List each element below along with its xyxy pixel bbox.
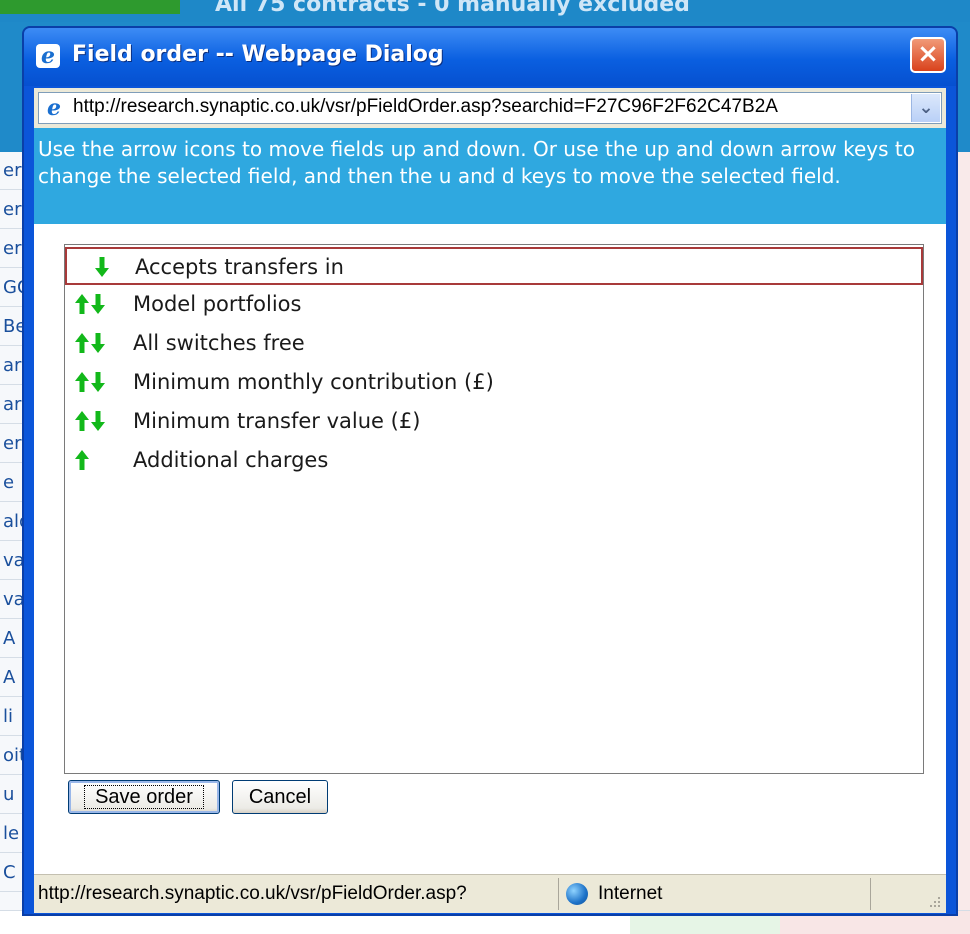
move-down-arrow-icon[interactable] <box>91 294 105 314</box>
dialog-content: Accepts transfers in Model portfolios All … <box>34 224 946 874</box>
field-arrows <box>75 450 125 472</box>
move-down-arrow-icon[interactable] <box>91 333 105 353</box>
move-down-arrow-icon[interactable] <box>91 411 105 431</box>
status-zone: Internet <box>598 883 663 904</box>
field-row[interactable]: All switches free <box>65 325 923 363</box>
ie-icon: e <box>36 44 60 68</box>
address-dropdown-chevron-down-icon[interactable]: ⌄ <box>911 94 940 122</box>
dialog-title: Field order -- Webpage Dialog <box>72 42 444 67</box>
move-up-arrow-icon[interactable] <box>75 411 89 431</box>
field-label: All switches free <box>133 331 305 355</box>
field-label: Minimum transfer value (£) <box>133 409 421 433</box>
field-label: Accepts transfers in <box>135 255 344 279</box>
globe-icon <box>566 883 588 905</box>
page-icon: e <box>47 95 61 121</box>
field-order-dialog: e Field order -- Webpage Dialog × e http… <box>22 26 958 916</box>
background-page-title: All 75 contracts - 0 manually excluded <box>215 0 690 17</box>
field-arrows <box>77 257 127 279</box>
address-bar: e http://research.synaptic.co.uk/vsr/pFi… <box>34 88 946 128</box>
background-green-tab <box>0 0 180 14</box>
field-row[interactable]: Accepts transfers in <box>65 247 923 285</box>
move-down-arrow-icon[interactable] <box>95 257 109 277</box>
field-row[interactable]: Minimum transfer value (£) <box>65 403 923 441</box>
address-url[interactable]: http://research.synaptic.co.uk/vsr/pFiel… <box>73 96 909 118</box>
instructions-text: Use the arrow icons to move fields up an… <box>38 137 916 188</box>
field-arrows <box>75 372 125 394</box>
save-order-button[interactable]: Save order <box>68 780 220 814</box>
dialog-titlebar[interactable]: e Field order -- Webpage Dialog × <box>24 28 956 86</box>
field-row[interactable]: Minimum monthly contribution (£) <box>65 364 923 402</box>
status-url: http://research.synaptic.co.uk/vsr/pFiel… <box>38 883 467 904</box>
field-label: Minimum monthly contribution (£) <box>133 370 494 394</box>
move-up-arrow-icon[interactable] <box>75 372 89 392</box>
status-separator <box>870 878 871 910</box>
field-list: Accepts transfers in Model portfolios All … <box>64 244 924 774</box>
field-label: Additional charges <box>133 448 329 472</box>
field-arrows <box>75 333 125 355</box>
move-up-arrow-icon[interactable] <box>75 450 89 470</box>
status-bar: http://research.synaptic.co.uk/vsr/pFiel… <box>34 874 946 913</box>
address-field[interactable]: e http://research.synaptic.co.uk/vsr/pFi… <box>38 92 942 124</box>
field-row[interactable]: Model portfolios <box>65 286 923 324</box>
instructions-bar: Use the arrow icons to move fields up an… <box>34 128 946 224</box>
save-order-label: Save order <box>84 785 204 809</box>
move-up-arrow-icon[interactable] <box>75 294 89 314</box>
field-arrows <box>75 294 125 316</box>
close-button[interactable]: × <box>910 37 946 73</box>
field-arrows <box>75 411 125 433</box>
move-down-arrow-icon[interactable] <box>91 372 105 392</box>
resize-grip-icon[interactable] <box>926 893 942 909</box>
status-separator <box>558 878 559 910</box>
field-row[interactable]: Additional charges <box>65 442 923 480</box>
cancel-button[interactable]: Cancel <box>232 780 328 814</box>
move-up-arrow-icon[interactable] <box>75 333 89 353</box>
field-label: Model portfolios <box>133 292 302 316</box>
